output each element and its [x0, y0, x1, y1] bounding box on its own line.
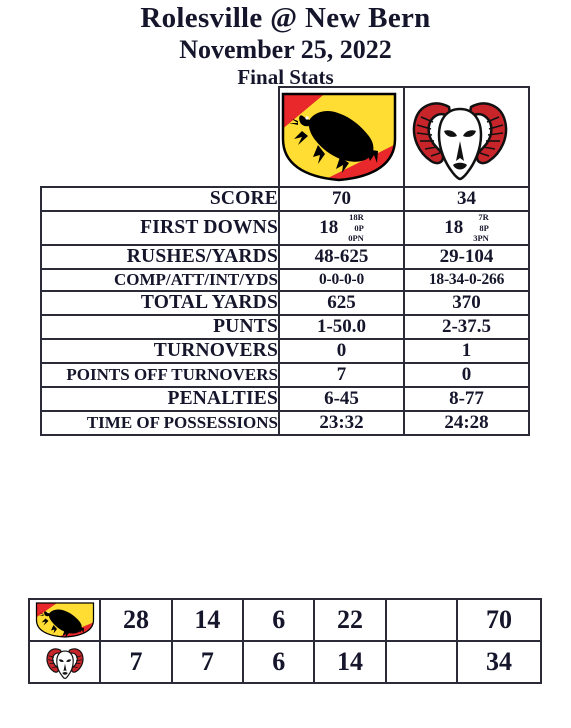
stat-away-value: 24:28: [403, 409, 530, 436]
bern-bear-crest-icon: [30, 602, 99, 638]
stat-away-value: 370: [403, 289, 530, 316]
table-row: RUSHES/YARDS 48-625 29-104: [40, 243, 530, 270]
stat-away-value: 18-34-0-266: [403, 267, 530, 292]
stat-away-value: 1: [403, 337, 530, 364]
first-downs-away-breakdown: 7R 8P 3PN: [473, 212, 489, 244]
stat-home-value: 7: [278, 361, 405, 388]
stat-label: POINTS OFF TURNOVERS: [40, 361, 280, 388]
bern-bear-crest-icon: [280, 91, 403, 183]
table-row: PUNTS 1-50.0 2-37.5: [40, 313, 530, 340]
stat-label: FIRST DOWNS: [40, 210, 280, 246]
away-team-logo-cell: [403, 86, 530, 188]
team-stats-table: SCORE 70 34 FIRST DOWNS 18 18R 0P 0PN 18: [40, 86, 530, 436]
linescore-ot: [384, 640, 459, 684]
linescore-home-logo-cell: [27, 598, 102, 642]
linescore-q1: 7: [99, 640, 173, 684]
stat-home-value: 6-45: [278, 385, 405, 412]
linescore-q1: 28: [99, 598, 173, 642]
logo-header-row: [41, 86, 530, 188]
linescore-away-logo-cell: [27, 640, 102, 684]
stat-home-value: 0: [278, 337, 405, 364]
first-downs-penalty: 0PN: [348, 233, 364, 244]
stat-away-value: 29-104: [403, 243, 530, 270]
linescore-q3: 6: [242, 598, 316, 642]
linescore-q4: 14: [313, 640, 387, 684]
table-row: TOTAL YARDS 625 370: [40, 289, 530, 316]
stat-home-value: 48-625: [278, 243, 405, 270]
first-downs-pass: 0P: [354, 222, 364, 233]
linescore-table: 28 14 6 22 70 7 7 6 14 34: [27, 598, 542, 684]
stat-label: PUNTS: [40, 313, 280, 340]
stat-label: SCORE: [40, 186, 280, 212]
table-row: TIME OF POSSESSIONS 23:32 24:28: [40, 409, 530, 436]
page-title: Rolesville @ New Bern November 25, 2022 …: [0, 0, 571, 89]
matchup-title: Rolesville @ New Bern: [140, 2, 431, 34]
stat-away-value: 18 7R 8P 3PN: [403, 210, 530, 246]
stat-home-value: 1-50.0: [278, 313, 405, 340]
table-row: COMP/ATT/INT/YDS 0-0-0-0 18-34-0-266: [40, 267, 530, 292]
stat-away-value: 0: [403, 361, 530, 388]
ram-head-icon: [405, 91, 528, 183]
stat-away-value: 2-37.5: [403, 313, 530, 340]
stat-label: PENALTIES: [40, 385, 280, 412]
first-downs-rush: 18R: [349, 212, 364, 222]
ram-head-icon: [30, 644, 99, 680]
stat-home-value: 0-0-0-0: [278, 267, 405, 292]
table-row: 7 7 6 14 34: [27, 640, 542, 684]
stat-label: TOTAL YARDS: [40, 289, 280, 316]
table-row: POINTS OFF TURNOVERS 7 0: [40, 361, 530, 388]
linescore-ot: [384, 598, 459, 642]
table-row: PENALTIES 6-45 8-77: [40, 385, 530, 412]
table-row: FIRST DOWNS 18 18R 0P 0PN 18 7R 8P 3PN: [40, 210, 530, 246]
linescore-total: 70: [456, 598, 542, 642]
first-downs-away-total: 18: [444, 216, 464, 238]
table-row: 28 14 6 22 70: [27, 598, 542, 642]
first-downs-home-breakdown: 18R 0P 0PN: [348, 212, 364, 244]
logo-header-spacer: [41, 87, 279, 187]
stat-away-value: 8-77: [403, 385, 530, 412]
linescore-q3: 6: [242, 640, 316, 684]
stat-home-value: 70: [278, 186, 405, 212]
first-downs-home-total: 18: [319, 216, 339, 238]
stat-home-value: 625: [278, 289, 405, 316]
home-team-logo-cell: [278, 86, 405, 188]
stat-home-value: 23:32: [278, 409, 405, 436]
linescore-total: 34: [456, 640, 542, 684]
table-row: SCORE 70 34: [40, 186, 530, 212]
stat-label: COMP/ATT/INT/YDS: [40, 267, 280, 292]
game-date: November 25, 2022: [179, 35, 392, 64]
stat-label: TURNOVERS: [40, 337, 280, 364]
table-row: TURNOVERS 0 1: [40, 337, 530, 364]
linescore-q4: 22: [313, 598, 387, 642]
first-downs-pass: 8P: [479, 222, 489, 233]
first-downs-rush: 7R: [478, 212, 489, 222]
linescore-q2: 14: [170, 598, 245, 642]
stat-away-value: 34: [403, 186, 530, 212]
stat-label: RUSHES/YARDS: [40, 243, 280, 270]
first-downs-penalty: 3PN: [473, 233, 489, 244]
stat-label: TIME OF POSSESSIONS: [40, 409, 280, 436]
linescore-q2: 7: [170, 640, 245, 684]
stat-home-value: 18 18R 0P 0PN: [278, 210, 405, 246]
